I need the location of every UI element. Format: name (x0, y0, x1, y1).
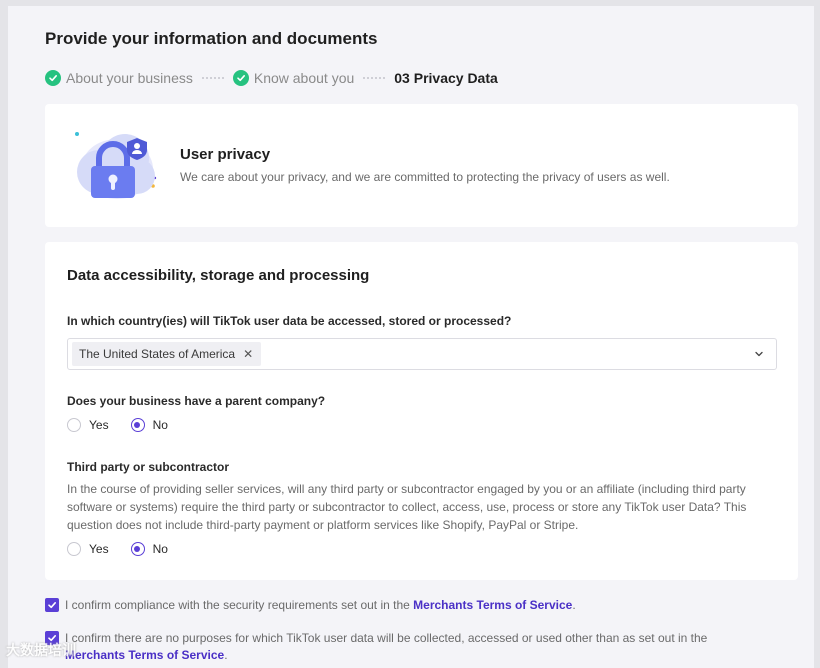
parent-company-yes-option[interactable]: Yes (67, 418, 109, 432)
page-title: Provide your information and documents (45, 29, 378, 48)
radio-label: No (152, 542, 168, 556)
check-circle-icon (232, 70, 249, 86)
radio-button[interactable] (67, 418, 81, 432)
check-circle-icon (45, 70, 61, 86)
data-usage-confirmation: I confirm there are no purposes for whic… (45, 630, 765, 664)
privacy-lock-illustration (75, 132, 157, 199)
country-tag-label: The United States of America (79, 347, 236, 361)
third-party-radio-group: Yes No (67, 542, 190, 556)
privacy-description: We care about your privacy, and we are c… (180, 170, 670, 184)
radio-button[interactable] (67, 542, 81, 556)
confirmation-text: I confirm compliance with the security r… (65, 598, 576, 612)
third-party-no-option[interactable]: No (130, 542, 168, 556)
third-party-title: Third party or subcontractor (67, 460, 230, 474)
radio-label: Yes (89, 418, 109, 432)
section-title: Data accessibility, storage and processi… (67, 267, 370, 284)
remove-tag-icon[interactable]: ✕ (243, 347, 253, 361)
radio-button-selected[interactable] (130, 418, 145, 432)
third-party-yes-option[interactable]: Yes (67, 542, 109, 556)
third-party-description: In the course of providing seller servic… (67, 482, 747, 532)
step-privacy-data[interactable]: 03 Privacy Data (394, 70, 498, 86)
step-divider (201, 77, 224, 79)
radio-label: Yes (89, 542, 109, 556)
parent-company-radio-group: Yes No (67, 418, 190, 432)
country-tag: The United States of America ✕ (72, 342, 262, 366)
radio-label: No (152, 418, 168, 432)
user-privacy-card: User privacy We care about your privacy,… (45, 104, 798, 227)
step-label: 03 Privacy Data (394, 70, 498, 86)
data-processing-card: Data accessibility, storage and processi… (45, 242, 798, 580)
parent-company-no-option[interactable]: No (130, 418, 168, 432)
step-know-about-you[interactable]: Know about you (232, 70, 355, 86)
radio-button-selected[interactable] (130, 542, 145, 556)
chevron-down-icon[interactable] (753, 348, 765, 360)
step-label: Know about you (253, 70, 355, 86)
step-label: About your business (66, 70, 193, 86)
watermark: 大数据培训 (6, 642, 76, 658)
privacy-title: User privacy (180, 146, 271, 163)
progress-steps: About your business Know about you 03 Pr… (45, 68, 498, 88)
checkbox-checked[interactable] (45, 598, 59, 612)
step-about-business[interactable]: About your business (45, 70, 193, 86)
confirmation-text: I confirm there are no purposes for whic… (65, 631, 708, 662)
country-select[interactable]: The United States of America ✕ (67, 338, 777, 370)
merchants-terms-link[interactable]: Merchants Terms of Service (413, 598, 572, 612)
security-compliance-confirmation: I confirm compliance with the security r… (45, 597, 576, 614)
country-question-label: In which country(ies) will TikTok user d… (67, 314, 512, 328)
step-divider (363, 77, 386, 79)
merchants-terms-link[interactable]: Merchants Terms of Service (65, 648, 224, 662)
parent-company-question-label: Does your business have a parent company… (67, 394, 326, 408)
